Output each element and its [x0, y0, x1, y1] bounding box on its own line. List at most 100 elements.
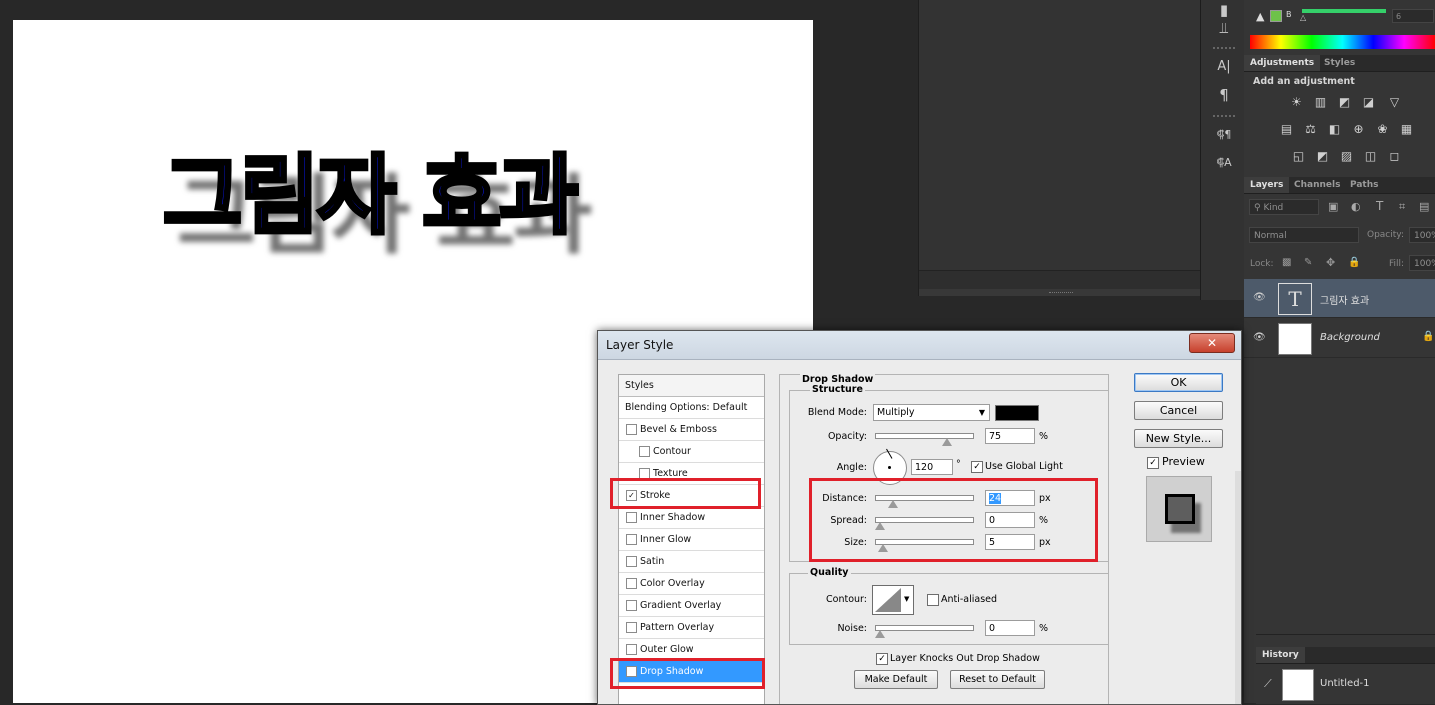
tab-history[interactable]: History	[1256, 647, 1305, 663]
style-item-blending-options-default[interactable]: Blending Options: Default	[619, 397, 764, 419]
style-item-styles[interactable]: Styles	[619, 375, 764, 397]
angle-input[interactable]: 120	[911, 459, 953, 475]
curves-icon[interactable]: ◩	[1337, 96, 1352, 109]
photo-filter-icon[interactable]: ⊕	[1351, 123, 1366, 136]
lock-move-icon[interactable]: ✥	[1326, 256, 1335, 269]
green-slider-bar[interactable]	[1302, 9, 1386, 13]
new-style-button[interactable]: New Style...	[1134, 429, 1223, 448]
structure-heading: Structure	[810, 384, 865, 395]
dialog-titlebar[interactable]: Layer Style ✕	[598, 331, 1241, 360]
filter-type-icon[interactable]: T	[1376, 199, 1383, 213]
noise-slider-knob[interactable]	[875, 630, 885, 638]
sliders-icon[interactable]: ⫫	[1213, 18, 1235, 38]
style-checkbox[interactable]	[626, 644, 637, 655]
visibility-eye-icon[interactable]: 👁	[1253, 332, 1266, 343]
channel-value-field[interactable]: 6	[1392, 9, 1434, 23]
style-item-inner-shadow[interactable]: Inner Shadow	[619, 507, 764, 529]
posterize-icon[interactable]: ◩	[1315, 150, 1330, 163]
noise-input[interactable]: 0	[985, 620, 1035, 636]
layer-knocks-out-checkbox[interactable]: ✓	[876, 653, 888, 665]
style-checkbox[interactable]	[626, 424, 637, 435]
lock-transparent-icon[interactable]: ▩	[1282, 257, 1291, 268]
character-styles-icon[interactable]: ⸿¶	[1213, 125, 1235, 145]
tab-layers[interactable]: Layers	[1244, 177, 1290, 193]
panel-resize-grip[interactable]	[1049, 292, 1073, 295]
cancel-button[interactable]: Cancel	[1134, 401, 1223, 420]
style-checkbox[interactable]	[639, 446, 650, 457]
tab-styles[interactable]: Styles	[1318, 55, 1361, 71]
filter-adjustment-icon[interactable]: ◐	[1351, 200, 1361, 213]
visibility-eye-icon[interactable]: 👁	[1253, 292, 1266, 303]
use-global-light-checkbox[interactable]: ✓	[971, 461, 983, 473]
layer-name[interactable]: 그림자 효과	[1320, 292, 1369, 307]
vibrance-icon[interactable]: ▽	[1387, 96, 1402, 109]
contour-picker[interactable]: ▼	[872, 585, 914, 615]
opacity-slider-knob[interactable]	[941, 438, 952, 446]
style-item-satin[interactable]: Satin	[619, 551, 764, 573]
channel-mixer-icon[interactable]: ❀	[1375, 123, 1390, 136]
color-lookup-icon[interactable]: ▦	[1399, 123, 1414, 136]
filter-shape-icon[interactable]: ⌗	[1399, 200, 1405, 214]
hue-saturation-icon[interactable]: ▤	[1279, 123, 1294, 136]
reset-to-default-button[interactable]: Reset to Default	[950, 670, 1045, 689]
layer-row-background[interactable]: 👁 Background 🔒	[1244, 319, 1435, 358]
distance-spread-size-highlight	[809, 478, 1098, 562]
filter-smart-object-icon[interactable]: ▤	[1419, 200, 1429, 213]
opacity-field[interactable]: 100%	[1409, 227, 1435, 243]
tab-channels[interactable]: Channels	[1288, 177, 1346, 193]
noise-slider[interactable]	[875, 625, 974, 638]
blend-mode-select[interactable]: Normal	[1249, 227, 1359, 243]
style-item-bevel-emboss[interactable]: Bevel & Emboss	[619, 419, 764, 441]
paragraph-icon[interactable]: ¶	[1213, 85, 1235, 105]
toolbar-grip-icon[interactable]: ▮	[1213, 0, 1235, 20]
history-brush-icon[interactable]: ⟋	[1264, 677, 1272, 691]
style-checkbox[interactable]	[626, 512, 637, 523]
tab-paths[interactable]: Paths	[1344, 177, 1385, 193]
blend-mode-dropdown[interactable]: Multiply ▼	[873, 404, 990, 421]
style-checkbox[interactable]	[626, 600, 637, 611]
history-snapshot-thumbnail[interactable]	[1282, 669, 1314, 701]
dialog-scrollbar[interactable]	[1235, 471, 1241, 704]
close-button[interactable]: ✕	[1189, 333, 1235, 353]
style-checkbox[interactable]	[626, 622, 637, 633]
style-item-gradient-overlay[interactable]: Gradient Overlay	[619, 595, 764, 617]
style-checkbox[interactable]	[626, 534, 637, 545]
color-swatch[interactable]	[1270, 10, 1282, 22]
style-item-inner-glow[interactable]: Inner Glow	[619, 529, 764, 551]
layer-filter-select[interactable]: ⚲ Kind	[1249, 199, 1319, 215]
opacity-slider[interactable]	[875, 433, 974, 446]
spectrum-bar[interactable]	[1250, 35, 1435, 49]
layer-row-text[interactable]: 👁 T 그림자 효과	[1244, 279, 1435, 318]
slider-knob-icon[interactable]: △	[1300, 13, 1306, 22]
character-icon[interactable]: A|	[1213, 57, 1235, 77]
levels-icon[interactable]: ▥	[1313, 96, 1328, 109]
lock-brush-icon[interactable]: ✎	[1304, 257, 1312, 268]
style-item-pattern-overlay[interactable]: Pattern Overlay	[619, 617, 764, 639]
anti-aliased-checkbox[interactable]	[927, 594, 939, 606]
style-item-color-overlay[interactable]: Color Overlay	[619, 573, 764, 595]
tab-adjustments[interactable]: Adjustments	[1244, 55, 1321, 71]
exposure-icon[interactable]: ◪	[1361, 96, 1376, 109]
shadow-color-swatch[interactable]	[995, 405, 1039, 421]
paragraph-styles-icon[interactable]: ⸿A	[1213, 153, 1235, 173]
filter-image-icon[interactable]: ▣	[1328, 200, 1338, 213]
style-checkbox[interactable]	[626, 556, 637, 567]
style-item-contour[interactable]: Contour	[619, 441, 764, 463]
layer-name[interactable]: Background	[1320, 332, 1380, 343]
fill-field[interactable]: 100%	[1409, 255, 1435, 271]
style-checkbox[interactable]	[626, 578, 637, 589]
history-item[interactable]: Untitled-1	[1320, 678, 1370, 689]
opacity-input[interactable]: 75	[985, 428, 1035, 444]
make-default-button[interactable]: Make Default	[854, 670, 938, 689]
preview-checkbox[interactable]: ✓	[1147, 457, 1159, 469]
toolstrip-divider	[1213, 115, 1235, 118]
lock-all-icon[interactable]: 🔒	[1348, 257, 1360, 268]
threshold-icon[interactable]: ▨	[1339, 150, 1354, 163]
ok-button[interactable]: OK	[1134, 373, 1223, 392]
gradient-map-icon[interactable]: ◻	[1387, 150, 1402, 163]
black-white-icon[interactable]: ◧	[1327, 123, 1342, 136]
selective-color-icon[interactable]: ◫	[1363, 150, 1378, 163]
color-balance-icon[interactable]: ⚖	[1303, 123, 1318, 136]
invert-icon[interactable]: ◱	[1291, 150, 1306, 163]
brightness-icon[interactable]: ☀	[1289, 96, 1304, 109]
